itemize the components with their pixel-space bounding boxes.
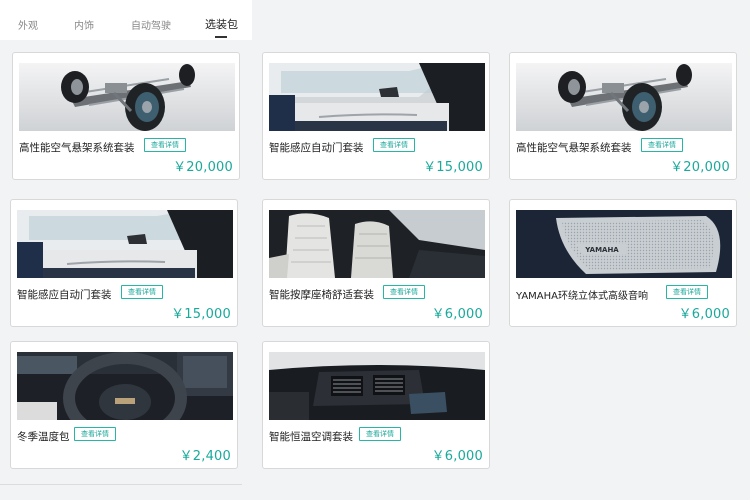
view-details-button[interactable]: 查看详情 bbox=[74, 427, 116, 441]
package-grid: 高性能空气悬架系统套装 查看详情 ￥20,000 智能感应自动门套装 查看详情 … bbox=[0, 0, 750, 500]
package-title: 高性能空气悬架系统套装 bbox=[516, 142, 632, 154]
steering-wheel-image bbox=[17, 352, 233, 420]
package-title: 智能按摩座椅舒适套装 bbox=[269, 289, 374, 301]
package-title: 智能感应自动门套装 bbox=[17, 289, 112, 301]
package-card[interactable]: 智能感应自动门套装 查看详情 ￥15,000 bbox=[10, 199, 238, 327]
package-card[interactable]: 冬季温度包 查看详情 ￥2,400 bbox=[10, 341, 238, 469]
package-price: ￥2,400 bbox=[179, 449, 231, 464]
package-price: ￥15,000 bbox=[171, 307, 231, 322]
view-details-button[interactable]: 查看详情 bbox=[359, 427, 401, 441]
divider bbox=[0, 484, 242, 485]
package-card[interactable]: 智能感应自动门套装 查看详情 ￥15,000 bbox=[262, 52, 490, 180]
package-title: YAMAHA环绕立体式高级音响 bbox=[516, 291, 649, 302]
chassis-image bbox=[19, 63, 235, 131]
speaker-image: YAMAHA bbox=[516, 210, 732, 278]
view-details-button[interactable]: 查看详情 bbox=[144, 138, 186, 152]
air-vent-image bbox=[269, 352, 485, 420]
package-title: 冬季温度包 bbox=[17, 431, 70, 443]
package-price: ￥15,000 bbox=[423, 160, 483, 175]
chassis-image bbox=[516, 63, 732, 131]
package-price: ￥20,000 bbox=[173, 160, 233, 175]
package-card[interactable]: 智能按摩座椅舒适套装 查看详情 ￥6,000 bbox=[262, 199, 490, 327]
package-title: 智能感应自动门套装 bbox=[269, 142, 364, 154]
package-card[interactable]: 高性能空气悬架系统套装 查看详情 ￥20,000 bbox=[509, 52, 737, 180]
package-price: ￥6,000 bbox=[431, 449, 483, 464]
package-price: ￥6,000 bbox=[678, 307, 730, 322]
package-title: 智能恒温空调套装 bbox=[269, 431, 353, 443]
package-price: ￥6,000 bbox=[431, 307, 483, 322]
package-price: ￥20,000 bbox=[670, 160, 730, 175]
package-title: 高性能空气悬架系统套装 bbox=[19, 142, 135, 154]
door-image bbox=[17, 210, 233, 278]
view-details-button[interactable]: 查看详情 bbox=[373, 138, 415, 152]
view-details-button[interactable]: 查看详情 bbox=[121, 285, 163, 299]
seat-image bbox=[269, 210, 485, 278]
package-card[interactable]: 高性能空气悬架系统套装 查看详情 ￥20,000 bbox=[12, 52, 240, 180]
yamaha-logo: YAMAHA bbox=[584, 246, 619, 254]
package-card[interactable]: 智能恒温空调套装 查看详情 ￥6,000 bbox=[262, 341, 490, 469]
view-details-button[interactable]: 查看详情 bbox=[383, 285, 425, 299]
package-card[interactable]: YAMAHA YAMAHA环绕立体式高级音响 查看详情 ￥6,000 bbox=[509, 199, 737, 327]
view-details-button[interactable]: 查看详情 bbox=[666, 285, 708, 299]
door-image bbox=[269, 63, 485, 131]
view-details-button[interactable]: 查看详情 bbox=[641, 138, 683, 152]
